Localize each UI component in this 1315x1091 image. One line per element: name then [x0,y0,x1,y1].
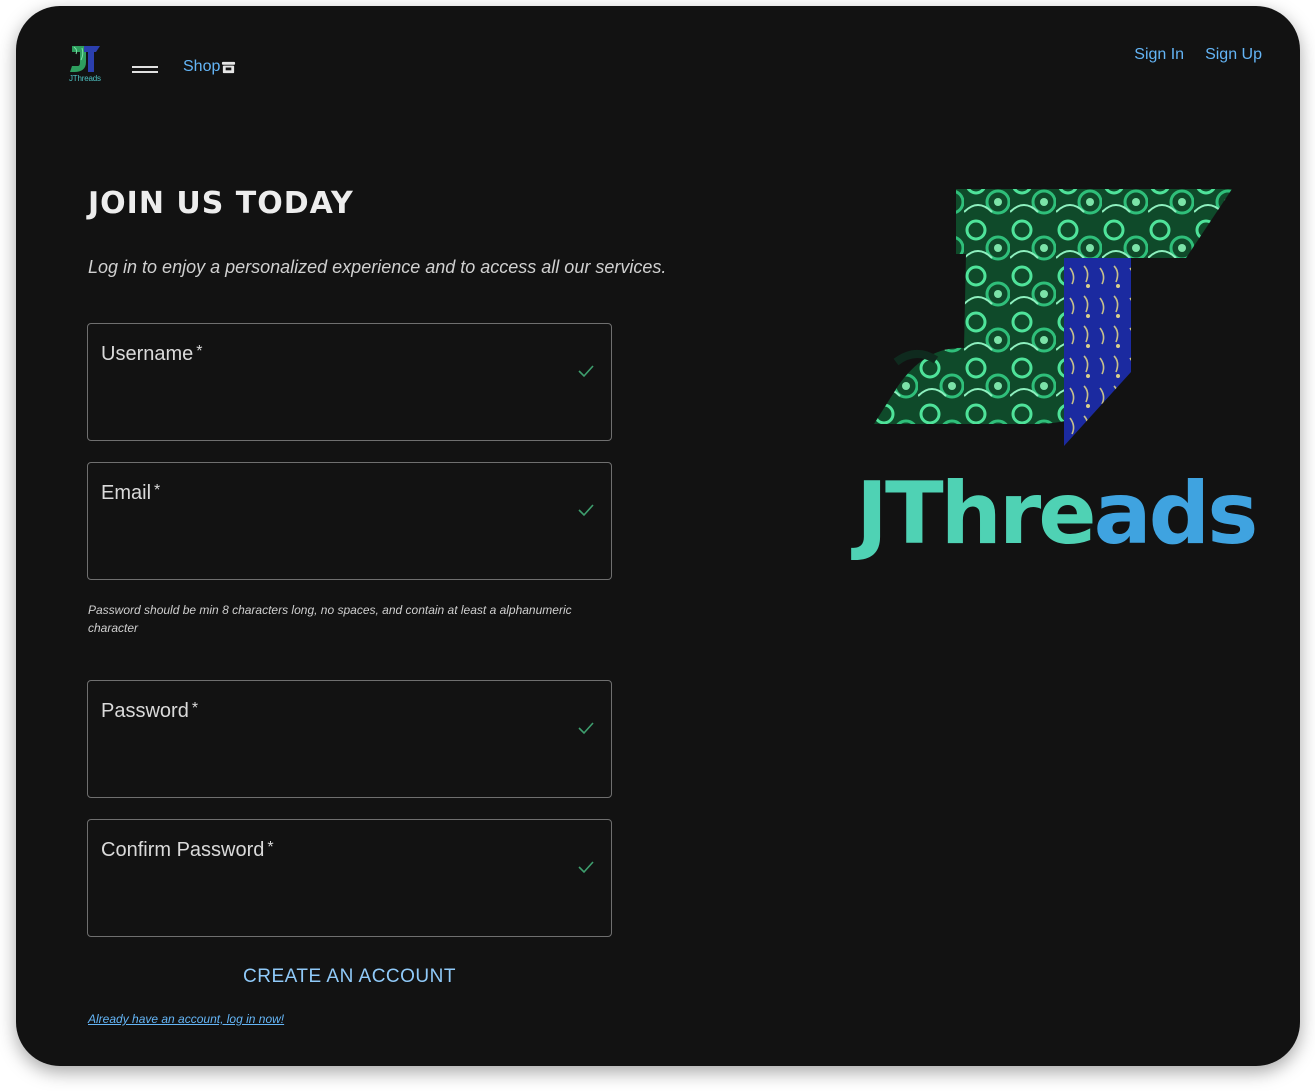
password-hint: Password should be min 8 characters long… [88,603,572,635]
check-icon [578,861,594,874]
check-icon [578,365,594,378]
email-label: Email * [101,482,161,504]
password-label: Password * [101,700,199,722]
page-subtitle: Log in to enjoy a personalized experienc… [88,257,667,277]
confirm-password-label: Confirm Password * [101,839,274,861]
username-label: Username * [101,343,203,365]
password-field[interactable]: Password * [87,680,612,798]
login-link[interactable]: Already have an account, log in now! [88,1012,284,1026]
check-icon [578,504,594,517]
shop-link[interactable]: Shop [183,58,236,76]
page-title: JOIN US TODAY [88,186,354,221]
confirm-password-field[interactable]: Confirm Password * [87,819,612,937]
app-window: JThreads Shop Sign In Sign Up JOIN US TO… [16,6,1300,1066]
menu-icon[interactable] [132,64,158,76]
shop-label: Shop [183,58,221,75]
email-field[interactable]: Email * [87,462,612,580]
sign-in-link[interactable]: Sign In [1134,46,1184,64]
nav-logo[interactable]: JThreads [68,44,108,86]
username-field[interactable]: Username * [87,323,612,441]
check-icon [578,722,594,735]
nav-logo-text: JThreads [69,74,101,83]
auth-links: Sign In Sign Up [1134,46,1262,64]
create-account-button[interactable]: CREATE AN ACCOUNT [87,966,612,988]
jthreads-logo-icon [70,46,100,72]
storefront-icon [222,61,236,73]
hero-brand-text: JThreads [856,464,1258,564]
sign-up-link[interactable]: Sign Up [1205,46,1262,64]
